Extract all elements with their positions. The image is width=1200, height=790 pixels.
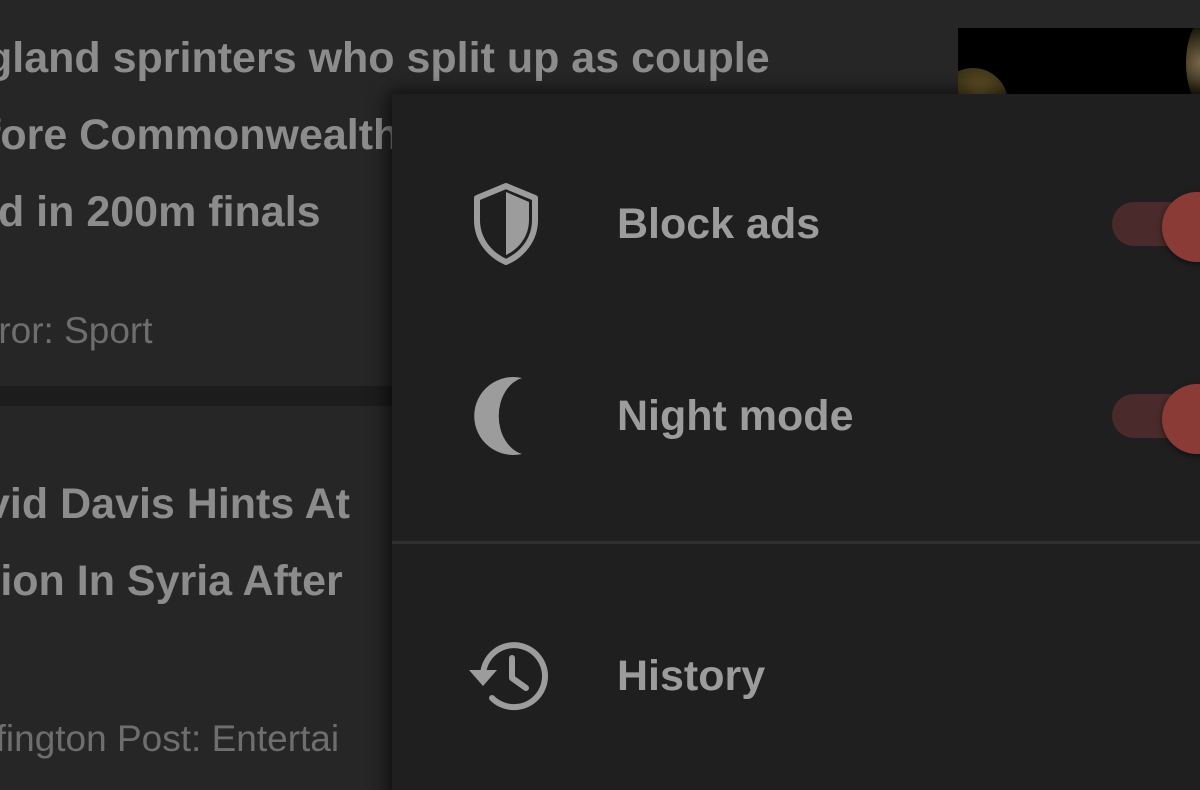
menu-item-history[interactable]: History bbox=[392, 628, 1200, 724]
night-mode-toggle[interactable] bbox=[1112, 384, 1200, 454]
news-card-title-line: gland sprinters who split up as couple bbox=[0, 34, 770, 82]
news-card-title-line: vid Davis Hints At bbox=[0, 480, 350, 528]
shield-icon bbox=[458, 176, 554, 272]
block-ads-toggle[interactable] bbox=[1112, 192, 1200, 262]
news-card-source: rror: Sport bbox=[0, 310, 153, 351]
app-screen: gland sprinters who split up as couple f… bbox=[0, 0, 1200, 790]
menu-item-block-ads[interactable]: Block ads bbox=[392, 176, 1200, 272]
menu-divider bbox=[392, 541, 1200, 544]
news-card-title-line: tion In Syria After bbox=[0, 557, 343, 605]
menu-item-label: Block ads bbox=[617, 200, 821, 248]
menu-item-night-mode[interactable]: Night mode bbox=[392, 368, 1200, 464]
menu-item-label: Night mode bbox=[617, 392, 854, 440]
menu-item-label: History bbox=[617, 652, 766, 700]
overflow-menu: Block ads Night mode History bbox=[392, 94, 1200, 790]
moon-icon bbox=[458, 368, 554, 464]
history-icon bbox=[458, 628, 554, 724]
news-card-title[interactable]: vid Davis Hints At tion In Syria After bbox=[0, 466, 350, 620]
news-card-thumbnail[interactable] bbox=[958, 28, 1200, 98]
news-card-source: ffington Post: Entertai bbox=[0, 718, 340, 759]
thumbnail-subject bbox=[1186, 28, 1200, 98]
